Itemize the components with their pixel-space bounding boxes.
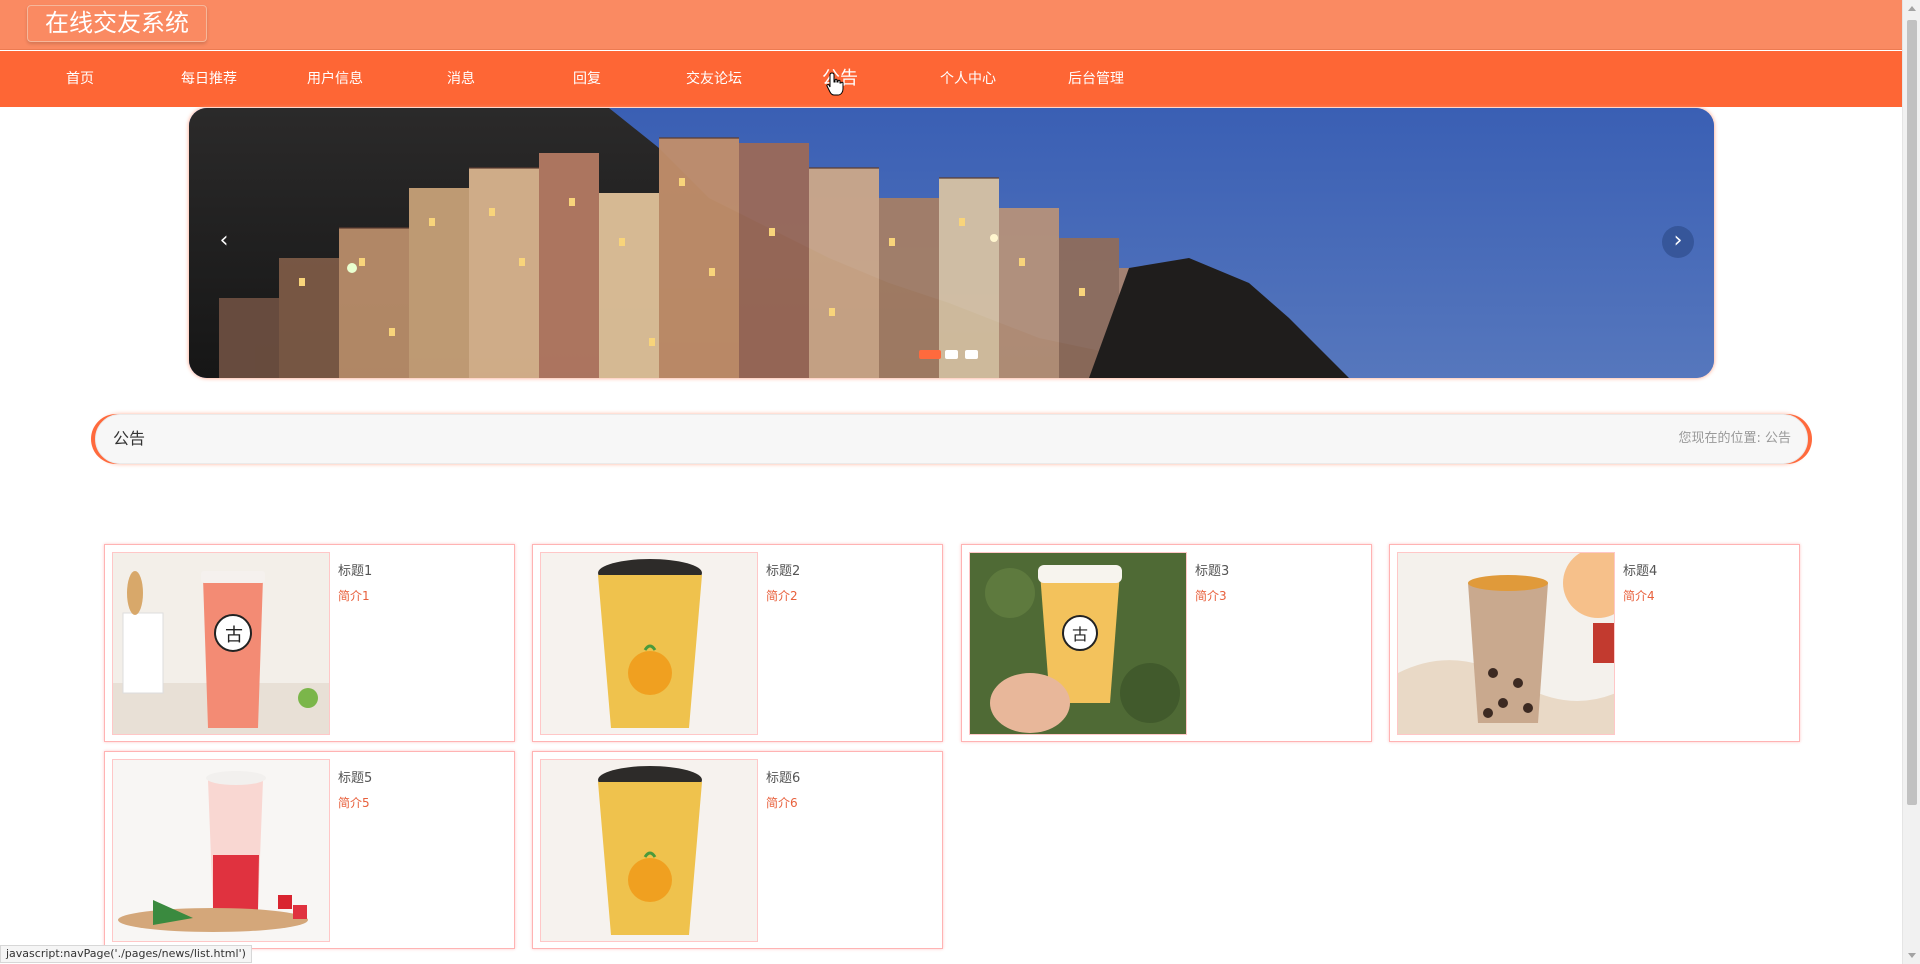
- mouse-pointer-icon: [826, 72, 844, 96]
- announcement-card[interactable]: 古 标题3 简介3: [961, 544, 1372, 742]
- card-thumbnail: [112, 759, 330, 942]
- top-header: 在线交友系统: [0, 0, 1902, 50]
- card-intro: 简介2: [766, 589, 798, 603]
- announcement-card[interactable]: 古 标题1 简介1: [104, 544, 515, 742]
- carousel-prev-button[interactable]: ‹: [208, 226, 240, 258]
- nav-item-user-info[interactable]: 用户信息: [307, 51, 363, 107]
- card-title[interactable]: 标题6: [766, 767, 800, 786]
- card-intro: 简介6: [766, 796, 798, 810]
- scroll-down-icon[interactable]: [1908, 953, 1916, 958]
- banner-image: [189, 108, 1714, 378]
- carousel-next-button[interactable]: ›: [1662, 226, 1694, 258]
- card-thumbnail: 古: [969, 552, 1187, 735]
- breadcrumb: 公告 您现在的位置: 公告: [95, 414, 1808, 464]
- card-title[interactable]: 标题1: [338, 560, 372, 579]
- svg-text:古: 古: [1072, 625, 1088, 644]
- card-title[interactable]: 标题4: [1623, 560, 1657, 579]
- status-bar-url: javascript:navPage('./pages/news/list.ht…: [0, 945, 252, 963]
- page-title: 公告: [113, 429, 146, 448]
- nav-item-messages[interactable]: 消息: [447, 51, 475, 107]
- card-thumbnail: 古: [112, 552, 330, 735]
- announcement-card[interactable]: 标题6 简介6: [532, 751, 943, 949]
- nav-item-reply[interactable]: 回复: [573, 51, 601, 107]
- nav-item-daily-recommend[interactable]: 每日推荐: [181, 51, 237, 107]
- announcement-card[interactable]: 标题5 简介5: [104, 751, 515, 949]
- card-title[interactable]: 标题5: [338, 767, 372, 786]
- card-title[interactable]: 标题3: [1195, 560, 1229, 579]
- card-thumbnail: [540, 759, 758, 942]
- nav-item-forum[interactable]: 交友论坛: [686, 51, 742, 107]
- nav-item-admin[interactable]: 后台管理: [1068, 51, 1124, 107]
- nav-item-personal-center[interactable]: 个人中心: [940, 51, 996, 107]
- card-intro: 简介4: [1623, 589, 1655, 603]
- chevron-right-icon: ›: [1673, 228, 1683, 253]
- scroll-up-icon[interactable]: [1908, 6, 1916, 11]
- location-value[interactable]: 公告: [1765, 431, 1791, 446]
- carousel-dot-1[interactable]: [919, 350, 941, 359]
- location-label: 您现在的位置:: [1678, 431, 1761, 446]
- announcement-card[interactable]: 标题2 简介2: [532, 544, 943, 742]
- card-thumbnail: [1397, 552, 1615, 735]
- chevron-left-icon: ‹: [219, 228, 229, 253]
- announcement-card[interactable]: 标题4 简介4: [1389, 544, 1800, 742]
- banner-carousel[interactable]: ‹ ›: [189, 108, 1714, 378]
- current-location: 您现在的位置: 公告: [1678, 415, 1791, 463]
- main-nav: 首页 每日推荐 用户信息 消息 回复 交友论坛 公告 个人中心 后台管理: [0, 51, 1902, 107]
- scroll-thumb[interactable]: [1907, 20, 1917, 805]
- nav-item-home[interactable]: 首页: [66, 51, 94, 107]
- card-intro: 简介5: [338, 796, 370, 810]
- site-title[interactable]: 在线交友系统: [27, 5, 207, 42]
- carousel-dot-2[interactable]: [945, 350, 958, 359]
- card-intro: 简介1: [338, 589, 370, 603]
- page-scrollbar[interactable]: [1902, 0, 1920, 964]
- card-title[interactable]: 标题2: [766, 560, 800, 579]
- card-intro: 简介3: [1195, 589, 1227, 603]
- card-thumbnail: [540, 552, 758, 735]
- svg-text:古: 古: [225, 625, 243, 646]
- carousel-dot-3[interactable]: [965, 350, 978, 359]
